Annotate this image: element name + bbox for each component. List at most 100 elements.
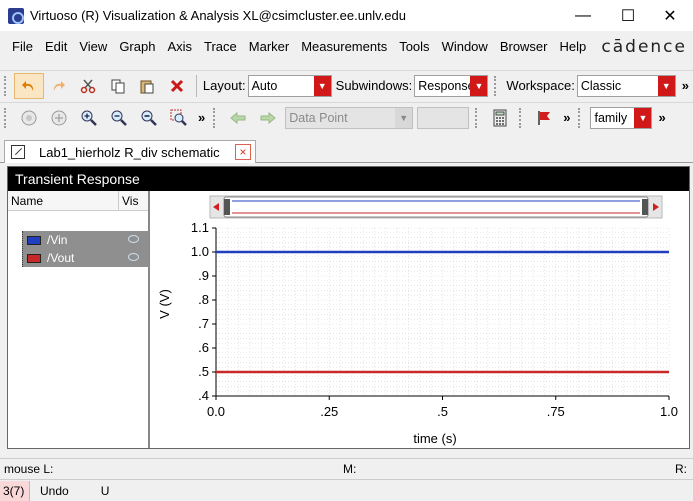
data-point-value: Data Point bbox=[289, 110, 348, 125]
redo-icon[interactable] bbox=[44, 73, 74, 99]
tab-bar: Lab1_hierholz R_div schematic × bbox=[0, 137, 693, 163]
menu-measurements[interactable]: Measurements bbox=[295, 39, 393, 54]
close-tab-icon[interactable]: × bbox=[235, 144, 251, 160]
x-axis-label: time (s) bbox=[413, 431, 456, 446]
toolbar-grip[interactable] bbox=[4, 107, 10, 128]
menu-help[interactable]: Help bbox=[554, 39, 593, 54]
tab-schematic[interactable]: Lab1_hierholz R_div schematic × bbox=[4, 140, 256, 163]
pan-icon[interactable] bbox=[44, 105, 74, 131]
toolbar-grip[interactable] bbox=[494, 75, 500, 96]
chevron-down-icon[interactable]: ▼ bbox=[313, 75, 331, 96]
trace-name: /Vin bbox=[47, 233, 68, 247]
plot-area[interactable]: .4.5.6.7.8.9 1.0 1.1 0.0.25.5.75 1.0 V (V) … bbox=[153, 191, 689, 448]
layout-select[interactable]: Auto ▼ bbox=[247, 74, 332, 97]
zoom-x-icon[interactable] bbox=[104, 105, 134, 131]
waveform-chart[interactable]: .4.5.6.7.8.91.01.1 0.0.25.5.75 1.0 V (V) … bbox=[153, 191, 689, 448]
command-shortcut: U bbox=[100, 483, 110, 498]
trace-row-vout[interactable]: /Vout bbox=[23, 249, 149, 267]
menu-marker[interactable]: Marker bbox=[243, 39, 295, 54]
tab-label: Lab1_hierholz R_div schematic bbox=[39, 144, 220, 160]
previous-point-icon[interactable] bbox=[223, 105, 253, 131]
menu-view[interactable]: View bbox=[73, 39, 113, 54]
next-point-icon[interactable] bbox=[253, 105, 283, 131]
toolbar-overflow-button[interactable]: » bbox=[563, 110, 570, 125]
main-toolbar: Layout: Auto ▼ Subwindows: Response ▼ Wo… bbox=[0, 70, 693, 100]
y-tick-label: .9 bbox=[198, 268, 209, 283]
y-tick-label: .4 bbox=[198, 388, 209, 403]
slider-right-handle[interactable] bbox=[642, 199, 648, 215]
virtuoso-app-icon bbox=[8, 7, 24, 24]
toolbar-separator bbox=[195, 74, 197, 97]
data-point-value-field[interactable] bbox=[417, 106, 470, 129]
legend-header: Name Vis bbox=[8, 191, 148, 211]
workspace-label: Workspace: bbox=[506, 78, 575, 93]
toolbar-grip[interactable] bbox=[4, 75, 10, 96]
visibility-eye-icon[interactable] bbox=[128, 253, 139, 261]
chevron-down-icon[interactable]: ▼ bbox=[395, 107, 413, 128]
menu-trace[interactable]: Trace bbox=[198, 39, 243, 54]
zoom-box-icon[interactable] bbox=[164, 105, 194, 131]
workspace-select[interactable]: Classic ▼ bbox=[576, 74, 676, 97]
menu-browser[interactable]: Browser bbox=[494, 39, 554, 54]
x-zoom-slider[interactable] bbox=[209, 195, 663, 219]
chevron-down-icon[interactable]: ▼ bbox=[657, 75, 675, 96]
legend-header-vis[interactable]: Vis bbox=[119, 191, 138, 210]
subwindows-select[interactable]: Response ▼ bbox=[414, 74, 489, 97]
family-value: family bbox=[594, 110, 628, 125]
copy-icon[interactable] bbox=[103, 73, 133, 99]
visibility-eye-icon[interactable] bbox=[128, 235, 139, 243]
cadence-logo: cādence bbox=[601, 37, 687, 57]
close-window-button[interactable]: ✕ bbox=[647, 0, 693, 31]
toolbar-overflow-button[interactable]: » bbox=[658, 110, 665, 125]
menu-tools[interactable]: Tools bbox=[393, 39, 435, 54]
zoom-in-icon[interactable] bbox=[74, 105, 104, 131]
toolbar-overflow-button[interactable]: » bbox=[682, 78, 689, 93]
chevron-down-icon[interactable]: ▼ bbox=[470, 75, 488, 96]
menu-window[interactable]: Window bbox=[436, 39, 494, 54]
command-count: 3(7) bbox=[0, 480, 30, 501]
last-command: Undo bbox=[40, 483, 69, 498]
y-axis-label: V (V) bbox=[157, 289, 172, 319]
marker-flag-icon[interactable] bbox=[529, 105, 559, 131]
slider-left-handle[interactable] bbox=[224, 199, 230, 215]
toolbar-overflow-button[interactable]: » bbox=[198, 110, 205, 125]
x-tick-label: .5 bbox=[437, 404, 448, 419]
graph-window: Transient Response Name Vis /Vin /Vout .… bbox=[7, 166, 690, 449]
toolbar-grip[interactable] bbox=[519, 107, 525, 128]
x-tick-label: .75 bbox=[547, 404, 565, 419]
menu-edit[interactable]: Edit bbox=[39, 39, 73, 54]
menu-axis[interactable]: Axis bbox=[161, 39, 198, 54]
layout-value: Auto bbox=[251, 78, 278, 93]
zoom-out-icon[interactable] bbox=[134, 105, 164, 131]
data-point-select[interactable]: Data Point ▼ bbox=[285, 106, 414, 129]
trace-legend-panel: Name Vis /Vin /Vout bbox=[8, 191, 150, 448]
mouse-left-status: mouse L: bbox=[4, 461, 54, 476]
minimize-button[interactable]: — bbox=[560, 0, 606, 31]
menu-file[interactable]: File bbox=[0, 39, 39, 54]
trace-row-vin[interactable]: /Vin bbox=[23, 231, 149, 249]
y-tick-label: .7 bbox=[198, 316, 209, 331]
maximize-button[interactable]: ☐ bbox=[605, 0, 651, 31]
trace-color-swatch bbox=[27, 253, 41, 263]
cut-icon[interactable] bbox=[73, 73, 103, 99]
legend-header-name[interactable]: Name bbox=[8, 191, 119, 210]
y-tick-label: 1.1 bbox=[191, 220, 209, 235]
calculator-icon[interactable] bbox=[485, 105, 515, 131]
mouse-status-bar: mouse L: M: R: bbox=[0, 458, 693, 478]
x-tick-label: 1.0 bbox=[660, 404, 678, 419]
toolbar-grip[interactable] bbox=[213, 107, 219, 128]
chevron-down-icon[interactable]: ▼ bbox=[634, 107, 652, 128]
delete-icon[interactable] bbox=[162, 73, 192, 99]
zoom-fit-icon[interactable] bbox=[14, 105, 44, 131]
secondary-toolbar: » Data Point ▼ » family ▼ » bbox=[0, 102, 693, 132]
paste-icon[interactable] bbox=[133, 73, 163, 99]
toolbar-grip[interactable] bbox=[475, 107, 481, 128]
menu-graph[interactable]: Graph bbox=[113, 39, 161, 54]
family-select[interactable]: family ▼ bbox=[590, 106, 653, 129]
slider-thumb[interactable] bbox=[223, 196, 649, 218]
undo-icon[interactable] bbox=[13, 72, 44, 99]
mouse-right-status: R: bbox=[675, 461, 687, 476]
toolbar-grip[interactable] bbox=[578, 107, 584, 128]
y-tick-label: .6 bbox=[198, 340, 209, 355]
layout-label: Layout: bbox=[202, 78, 246, 93]
